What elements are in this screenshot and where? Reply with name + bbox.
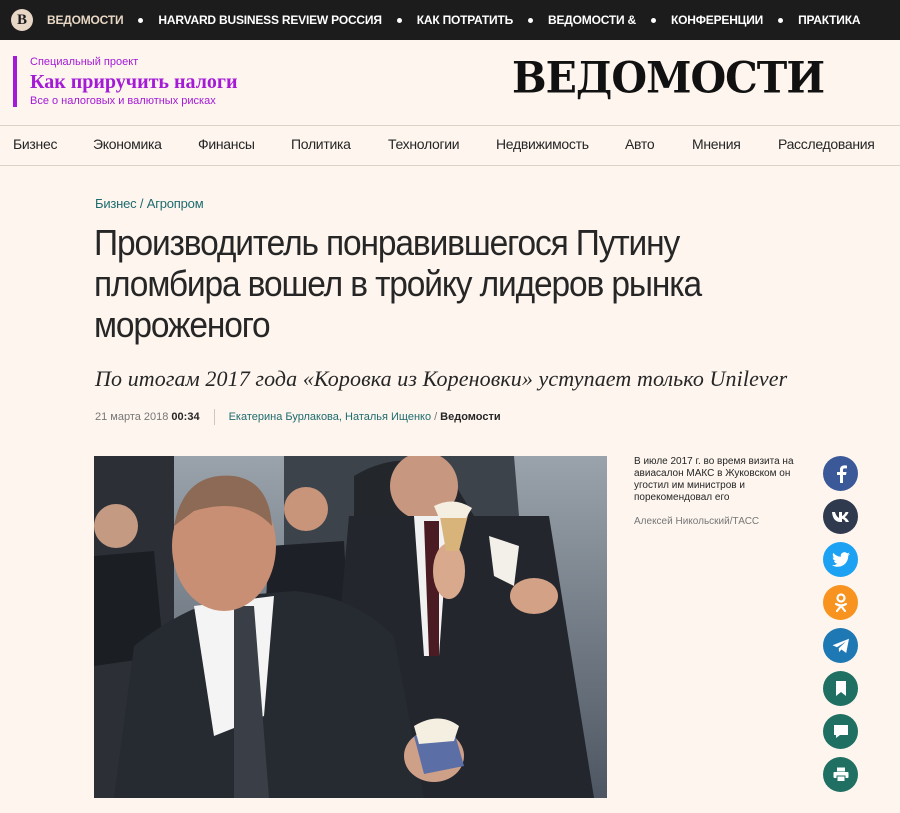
publish-time: 00:34	[171, 411, 200, 423]
odnoklassniki-share-button[interactable]	[823, 585, 858, 620]
publish-date: 21 марта 2018	[95, 411, 169, 423]
article-subtitle: По итогам 2017 года «Коровка из Кореновк…	[95, 366, 788, 391]
section-nav-item-real-estate[interactable]: Недвижимость	[496, 136, 589, 152]
top-nav-item-conferences[interactable]: КОНФЕРЕНЦИИ	[671, 13, 763, 27]
promo-subtitle: Все о налоговых и валютных рисках	[30, 95, 216, 107]
top-nav: ВЕДОМОСТИ HARVARD BUSINESS REVIEW РОССИЯ…	[47, 13, 861, 27]
section-nav-item-finance[interactable]: Финансы	[198, 136, 255, 152]
top-bar: В ВЕДОМОСТИ HARVARD BUSINESS REVIEW РОСС…	[0, 0, 900, 40]
breadcrumb-section[interactable]: Бизнес	[95, 196, 137, 211]
section-nav-item-economy[interactable]: Экономика	[93, 136, 162, 152]
site-header: Специальный проект Как приручить налоги …	[0, 40, 900, 126]
vedomosti-logo-icon[interactable]: В	[11, 9, 33, 31]
photo-caption: В июле 2017 г. во время визита на авиаса…	[634, 456, 794, 503]
bookmark-button[interactable]	[823, 671, 858, 706]
breadcrumb: Бизнес / Агропром	[95, 196, 204, 211]
vk-icon	[831, 511, 849, 522]
vk-share-button[interactable]	[823, 499, 858, 534]
section-nav-item-politics[interactable]: Политика	[291, 136, 351, 152]
comments-button[interactable]	[823, 714, 858, 749]
article-authors[interactable]: Екатерина Бурлакова, Наталья Ищенко	[229, 411, 432, 423]
top-nav-item-vedomosti-and[interactable]: ВЕДОМОСТИ &	[548, 13, 636, 27]
twitter-share-button[interactable]	[823, 542, 858, 577]
print-button[interactable]	[823, 757, 858, 792]
top-nav-item-kak-potratit[interactable]: КАК ПОТРАТИТЬ	[417, 13, 513, 27]
article-photo	[94, 456, 607, 798]
top-nav-item-practice[interactable]: ПРАКТИКА	[798, 13, 860, 27]
share-bar	[823, 456, 858, 800]
section-nav-item-technology[interactable]: Технологии	[388, 136, 460, 152]
twitter-icon	[831, 552, 850, 567]
nav-separator	[138, 17, 144, 23]
nav-separator	[778, 17, 784, 23]
section-nav-item-auto[interactable]: Авто	[625, 136, 655, 152]
photo-illustration	[94, 456, 607, 798]
meta-divider	[213, 409, 215, 425]
section-nav-item-investigations[interactable]: Расследования	[778, 136, 875, 152]
author-source-separator: /	[434, 411, 438, 423]
promo-label: Специальный проект	[30, 56, 139, 68]
breadcrumb-separator: /	[136, 196, 147, 211]
top-nav-item-vedomosti[interactable]: ВЕДОМОСТИ	[47, 13, 124, 27]
section-nav-item-opinions[interactable]: Мнения	[692, 136, 741, 152]
comment-icon	[833, 725, 848, 738]
facebook-share-button[interactable]	[823, 456, 858, 491]
site-logo[interactable]: ВЕДОМОСТИ	[512, 53, 825, 103]
nav-separator	[396, 17, 402, 23]
article-headline: Производитель понравившегося Путину плом…	[94, 222, 702, 345]
breadcrumb-subsection[interactable]: Агропром	[147, 196, 204, 211]
nav-separator	[651, 17, 657, 23]
nav-separator	[528, 17, 534, 23]
facebook-icon	[836, 464, 847, 483]
telegram-icon	[832, 638, 849, 653]
top-nav-item-hbr[interactable]: HARVARD BUSINESS REVIEW РОССИЯ	[158, 13, 382, 27]
special-project-promo[interactable]: Специальный проект Как приручить налоги …	[13, 56, 238, 107]
article-source: Ведомости	[440, 411, 501, 423]
promo-title[interactable]: Как приручить налоги	[30, 69, 238, 95]
photo-credit: Алексей Никольский/ТАСС	[634, 516, 760, 527]
bookmark-icon	[835, 681, 846, 696]
telegram-share-button[interactable]	[823, 628, 858, 663]
section-nav: Бизнес Экономика Финансы Политика Технол…	[0, 126, 900, 166]
section-nav-item-business[interactable]: Бизнес	[13, 136, 57, 152]
article-meta: 21 марта 2018 00:34 Екатерина Бурлакова,…	[95, 409, 501, 425]
print-icon	[833, 767, 848, 782]
odnoklassniki-icon	[834, 592, 847, 612]
